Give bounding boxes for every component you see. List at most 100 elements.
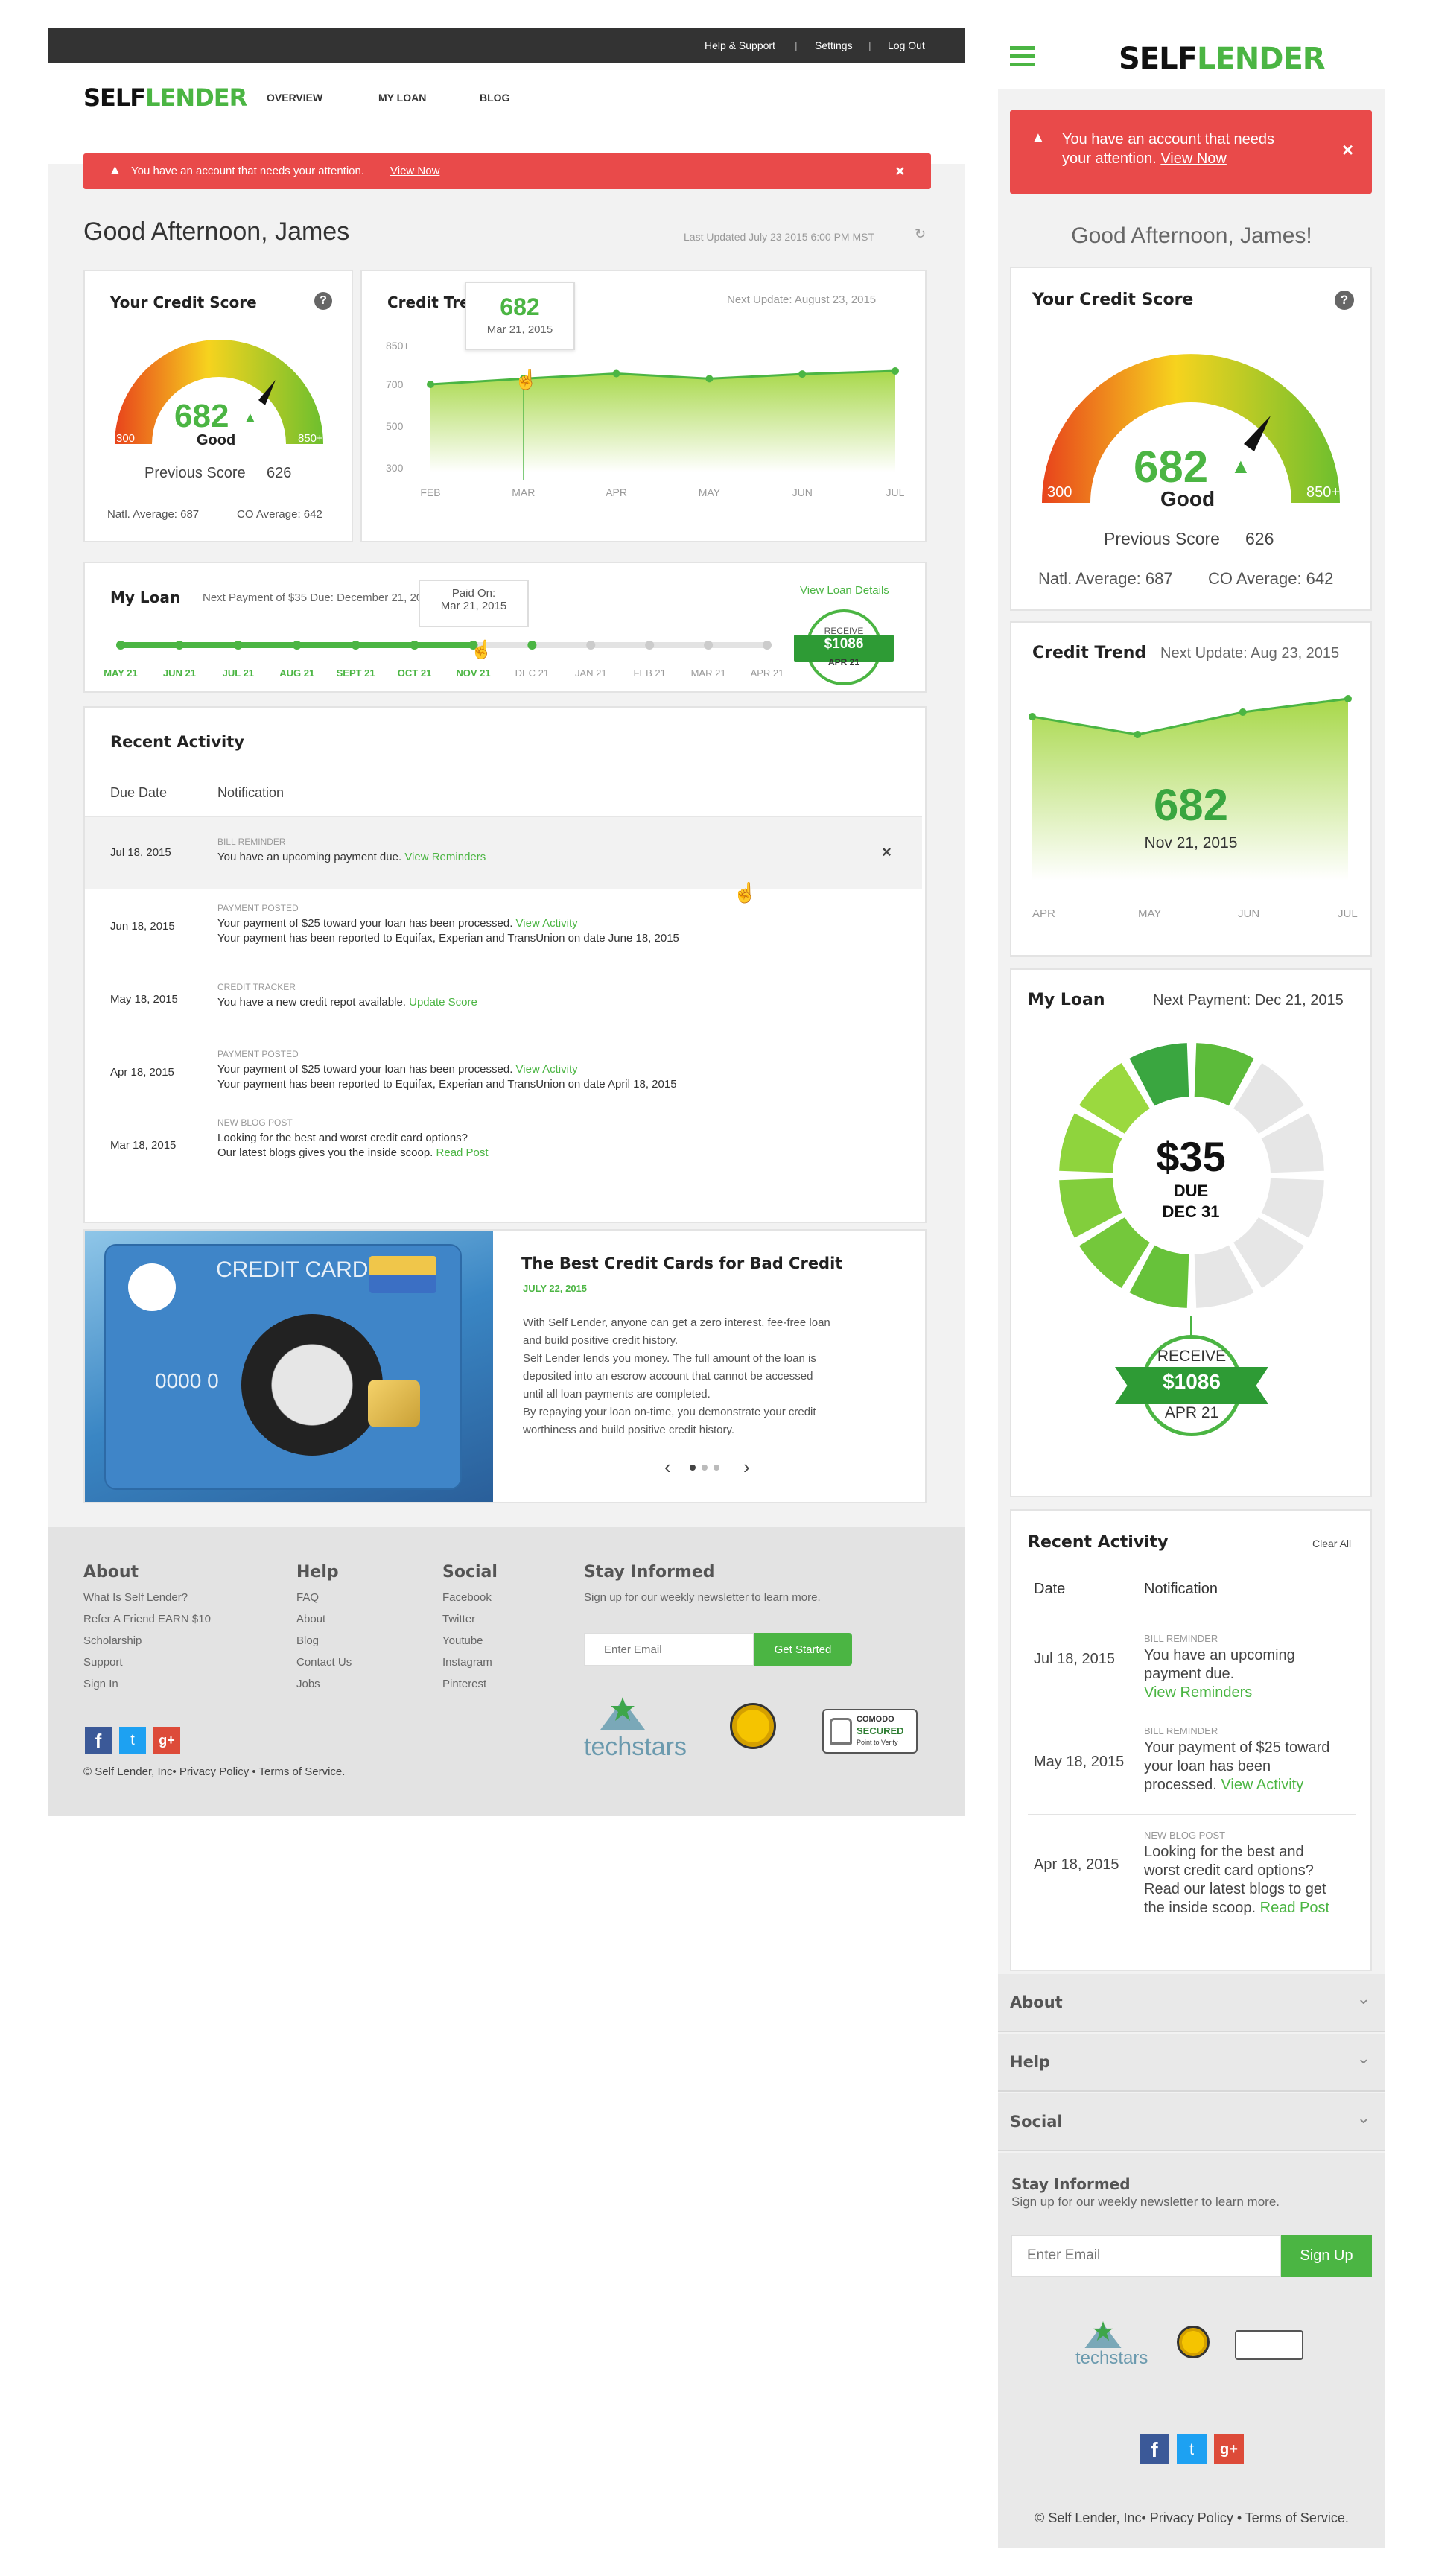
table-row[interactable]: May 18, 2015 CREDIT TRACKER You have a n… [85, 962, 922, 1035]
nav-blog[interactable]: BLOG [480, 92, 509, 104]
natl-average: Natl. Average: 687 [1038, 569, 1173, 588]
view-activity-link[interactable]: View Activity [516, 1063, 578, 1076]
view-activity-link[interactable]: View Activity [516, 917, 578, 930]
chevron-down-icon: ⌄ [1356, 2049, 1370, 2067]
google-plus-icon[interactable]: g+ [153, 1727, 180, 1754]
table-row[interactable]: Apr 18, 2015 PAYMENT POSTED Your payment… [85, 1035, 922, 1108]
account-alert-banner: ▲ You have an account that needs your at… [1010, 110, 1372, 194]
nav-overview[interactable]: OVERVIEW [267, 92, 322, 104]
twitter-icon[interactable]: t [119, 1727, 146, 1754]
data-point [705, 375, 714, 383]
footer-link[interactable]: Jobs [296, 1673, 352, 1695]
list-item[interactable]: Jul 18, 2015 BILL REMINDER You have an u… [1028, 1608, 1356, 1710]
view-reminders-link[interactable]: View Reminders [1144, 1684, 1252, 1701]
footer-accordion-about[interactable]: About ⌄ [998, 1974, 1385, 2032]
badge-amount: $1086 [824, 636, 864, 652]
due-label: DUE [1173, 1181, 1209, 1200]
footer-link[interactable]: What Is Self Lender? [83, 1587, 211, 1608]
prev-arrow-icon[interactable]: ‹ [664, 1456, 671, 1479]
footer-link[interactable]: FAQ [296, 1587, 352, 1608]
table-row[interactable]: Mar 18, 2015 NEW BLOG POST Looking for t… [85, 1108, 922, 1181]
footer-link[interactable]: Contact Us [296, 1652, 352, 1673]
timeline-dot [763, 641, 772, 650]
table-row[interactable]: Jun 18, 2015 PAYMENT POSTED Your payment… [85, 889, 922, 962]
nav-my-loan[interactable]: MY LOAN [378, 92, 426, 104]
alert-text: You have an account that needs your atte… [131, 165, 365, 177]
footer-link[interactable]: About [296, 1608, 352, 1630]
data-point [798, 370, 807, 378]
guarantee-seal-icon [730, 1703, 776, 1749]
x-tick: APR [606, 486, 627, 498]
stay-informed-heading: Stay Informed [584, 1563, 715, 1582]
close-icon[interactable]: × [1342, 139, 1353, 162]
close-icon[interactable]: × [895, 162, 905, 181]
view-now-link[interactable]: View Now [390, 165, 439, 177]
footer-link[interactable]: Refer A Friend EARN $10 [83, 1608, 211, 1630]
refresh-icon[interactable]: ↻ [915, 226, 926, 242]
email-input[interactable] [584, 1633, 754, 1666]
copyright: © Self Lender, Inc• Privacy Policy • Ter… [83, 1766, 346, 1778]
footer-link[interactable]: Youtube [442, 1630, 492, 1652]
footer-link[interactable]: Support [83, 1652, 211, 1673]
footer-link[interactable]: Pinterest [442, 1673, 492, 1695]
credit-score-card: Your Credit Score ? 300 850+ 682 ▲ Good … [1010, 267, 1372, 611]
hamburger-menu-icon[interactable] [1010, 46, 1035, 66]
google-plus-icon[interactable]: g+ [1214, 2434, 1244, 2464]
update-score-link[interactable]: Update Score [409, 996, 477, 1009]
row-date: Apr 18, 2015 [110, 1066, 174, 1079]
facebook-icon[interactable]: f [1140, 2434, 1169, 2464]
timeline-dot [116, 641, 125, 650]
view-now-link[interactable]: View Now [1160, 150, 1227, 167]
techstars-logo-icon [600, 1697, 645, 1730]
row-text: You have an upcoming payment due. View Rem… [1144, 1647, 1295, 1701]
table-row[interactable]: Jul 18, 2015 BILL REMINDER You have an u… [85, 816, 922, 904]
settings-link[interactable]: Settings [815, 39, 853, 51]
gauge-max: 850+ [298, 432, 323, 445]
list-item[interactable]: May 18, 2015 BILL REMINDER Your payment … [1028, 1710, 1356, 1815]
y-tick: 850+ [386, 340, 410, 352]
list-item[interactable]: Apr 18, 2015 NEW BLOG POST Looking for t… [1028, 1815, 1356, 1938]
blog-title[interactable]: The Best Credit Cards for Bad Credit [521, 1254, 842, 1272]
sign-up-button[interactable]: Sign Up [1281, 2235, 1372, 2277]
timeline-label: DEC 21 [515, 667, 550, 679]
footer-link[interactable]: Facebook [442, 1587, 492, 1608]
alert-text: You have an account that needs [1062, 131, 1275, 147]
view-reminders-link[interactable]: View Reminders [404, 851, 486, 863]
help-icon[interactable]: ? [1335, 291, 1354, 310]
row-tag: BILL REMINDER [1144, 1633, 1218, 1644]
footer-link[interactable]: Blog [296, 1630, 352, 1652]
email-input[interactable] [1011, 2235, 1281, 2277]
selflender-logo[interactable]: SELFLENDER [1119, 42, 1326, 76]
footer-link[interactable]: Scholarship [83, 1630, 211, 1652]
credit-trend-chart: 850+ 700 500 300 FEB MAR APR MAY JUN JUL [386, 340, 905, 498]
view-activity-link[interactable]: View Activity [1221, 1777, 1303, 1793]
timeline-dot [410, 641, 419, 650]
logout-link[interactable]: Log Out [888, 39, 925, 51]
score-rating: Good [1160, 487, 1216, 510]
footer-accordion-social[interactable]: Social ⌄ [998, 2093, 1385, 2151]
previous-score: 626 [267, 465, 292, 481]
footer-about-links: What Is Self Lender? Refer A Friend EARN … [83, 1587, 211, 1695]
timeline-label: AUG 21 [279, 667, 314, 679]
read-post-link[interactable]: Read Post [1260, 1900, 1329, 1916]
twitter-icon[interactable]: t [1177, 2434, 1207, 2464]
help-support-link[interactable]: Help & Support [705, 39, 775, 51]
footer-link[interactable]: Instagram [442, 1652, 492, 1673]
credit-card-label: CREDIT CARD [216, 1257, 369, 1282]
next-arrow-icon[interactable]: › [743, 1456, 750, 1479]
facebook-icon[interactable]: f [85, 1727, 112, 1754]
clear-all-link[interactable]: Clear All [1312, 1538, 1351, 1549]
get-started-button[interactable]: Get Started [754, 1633, 852, 1666]
warning-icon: ▲ [1031, 130, 1046, 146]
help-icon[interactable]: ? [314, 292, 332, 310]
read-post-link[interactable]: Read Post [436, 1146, 489, 1159]
row-date: Mar 18, 2015 [110, 1139, 177, 1152]
footer-accordion-help[interactable]: Help ⌄ [998, 2034, 1385, 2092]
footer-link[interactable]: Twitter [442, 1608, 492, 1630]
close-icon[interactable]: × [882, 843, 892, 862]
gauge-max: 850+ [1306, 484, 1341, 501]
y-tick: 500 [386, 420, 404, 432]
footer-link[interactable]: Sign In [83, 1673, 211, 1695]
timeline-label: FEB 21 [634, 667, 666, 679]
selflender-logo[interactable]: SELFLENDER [83, 83, 247, 112]
